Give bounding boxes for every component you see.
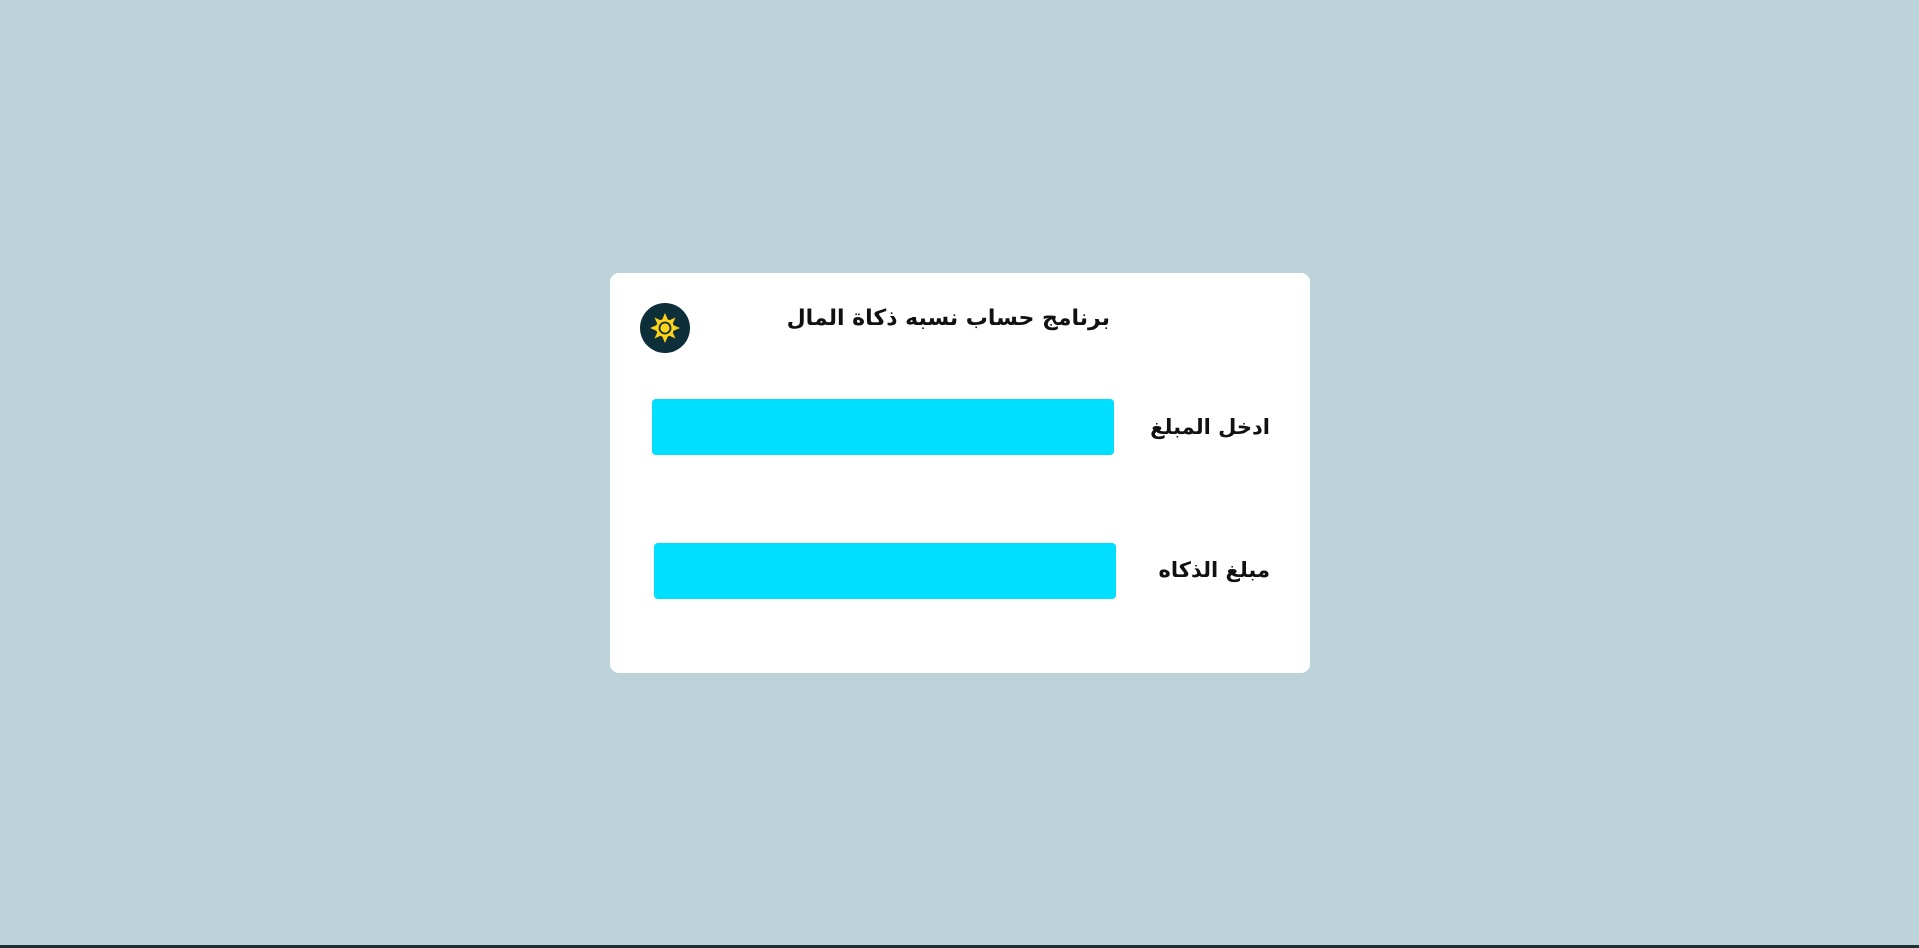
amount-input[interactable]	[652, 399, 1114, 455]
amount-label: ادخل المبلغ	[1150, 415, 1270, 439]
calculator-card: برنامج حساب نسبه ذكاة المال ادخل المبلغ …	[610, 273, 1310, 673]
sun-icon	[650, 313, 680, 343]
theme-toggle-button[interactable]	[640, 303, 690, 353]
zakat-label: مبلغ الذكاه	[1158, 558, 1270, 582]
title-row: برنامج حساب نسبه ذكاة المال	[787, 299, 1110, 339]
page-title: برنامج حساب نسبه ذكاة المال	[786, 306, 1110, 331]
zakat-output-field[interactable]	[654, 543, 1116, 599]
